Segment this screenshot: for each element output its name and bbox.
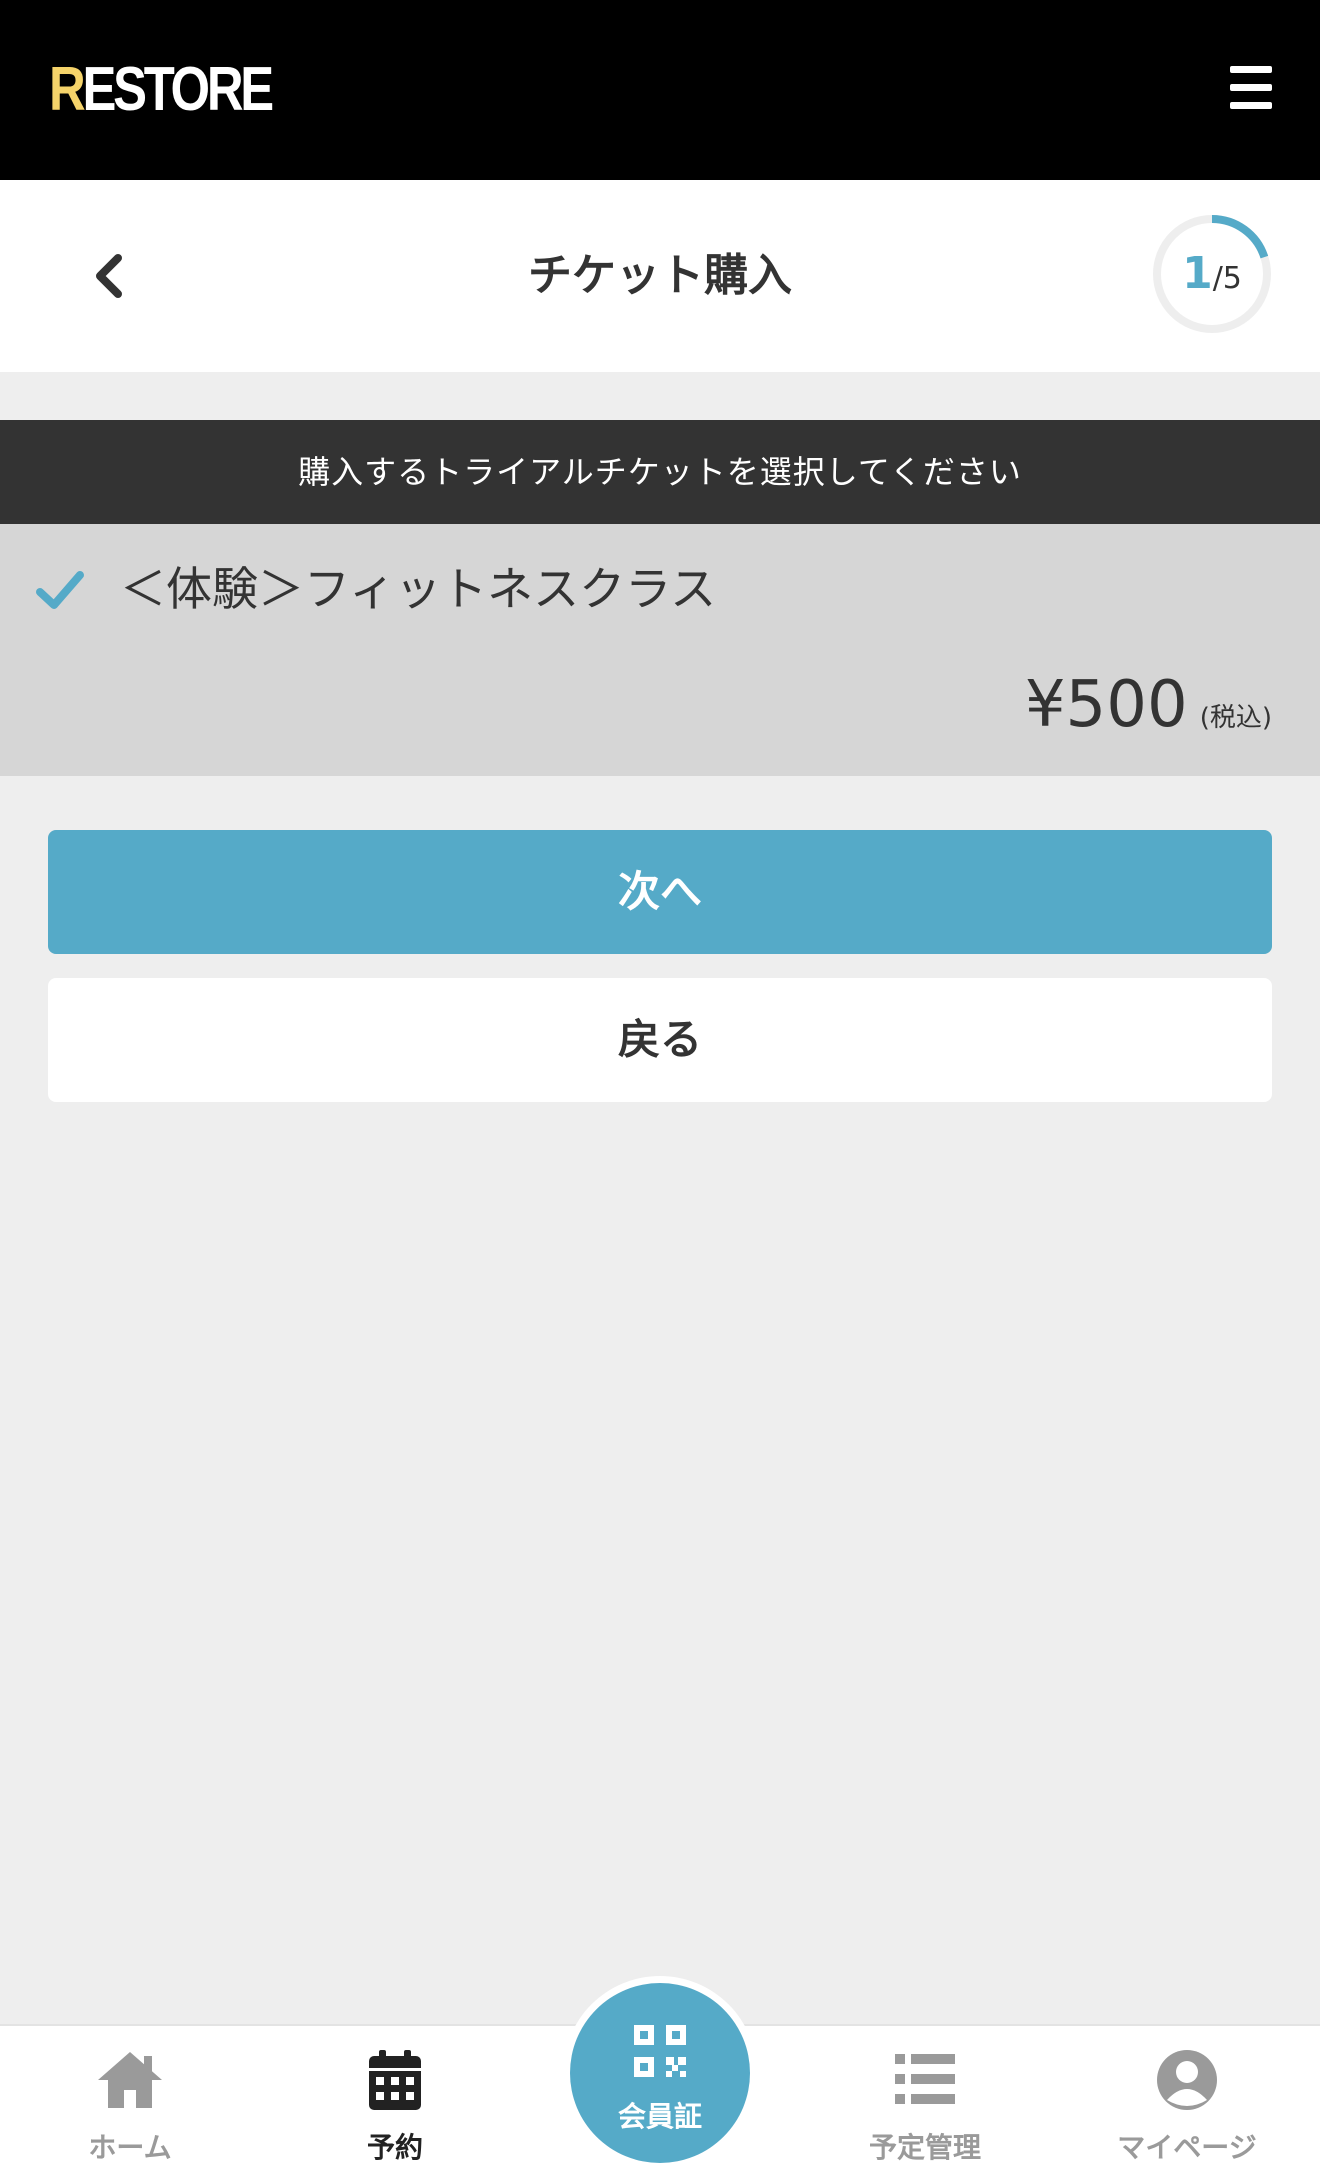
nav-item-schedule[interactable]: 予定管理 [815, 2026, 1035, 2177]
logo-text: ESTORE [82, 55, 274, 124]
restore-logo[interactable]: RESTORE [49, 50, 274, 130]
checkmark-icon [36, 571, 84, 609]
nav-item-member-card[interactable]: 会員証 [570, 1983, 750, 2163]
home-icon [98, 2052, 162, 2108]
nav-item-home[interactable]: ホーム [20, 2026, 240, 2177]
menu-line [1230, 102, 1272, 109]
next-button[interactable]: 次へ [48, 830, 1272, 954]
ticket-price: ¥500 (税込) [1025, 660, 1272, 750]
ticket-name: ＜体験＞フィットネスクラス [120, 562, 717, 616]
instruction-banner: 購入するトライアルチケットを選択してください [0, 420, 1320, 524]
nav-label: 予約 [366, 2131, 423, 2164]
nav-label: マイページ [1117, 2131, 1257, 2164]
page-title: チケット購入 [528, 250, 792, 301]
chevron-left-icon [96, 254, 122, 298]
price-amount: ¥500 [1024, 668, 1188, 742]
nav-label: 会員証 [617, 2100, 702, 2133]
nav-item-mypage[interactable]: マイページ [1077, 2026, 1297, 2177]
nav-item-reserve[interactable]: 予約 [285, 2026, 505, 2177]
back-chevron-button[interactable] [78, 236, 138, 316]
qr-code-icon [634, 2025, 686, 2077]
step-current: 1 [1182, 248, 1213, 299]
menu-line [1230, 84, 1272, 91]
nav-label: ホーム [88, 2131, 172, 2164]
ticket-option[interactable]: ＜体験＞フィットネスクラス ¥500 (税込) [0, 524, 1320, 776]
back-button[interactable]: 戻る [48, 978, 1272, 1102]
hamburger-menu-icon[interactable] [1218, 62, 1284, 118]
step-total: /5 [1212, 261, 1242, 296]
list-icon [895, 2054, 955, 2104]
user-icon [1157, 2050, 1217, 2110]
app-header: RESTORE [0, 0, 1320, 180]
step-count: 1/5 [1150, 212, 1274, 336]
nav-label: 予定管理 [868, 2131, 981, 2164]
step-progress-indicator: 1/5 [1150, 212, 1274, 336]
price-tax-note: (税込) [1199, 703, 1272, 733]
calendar-icon [369, 2050, 421, 2110]
logo-initial: R [49, 55, 86, 124]
menu-line [1230, 66, 1272, 73]
title-bar: チケット購入 1/5 [0, 180, 1320, 372]
